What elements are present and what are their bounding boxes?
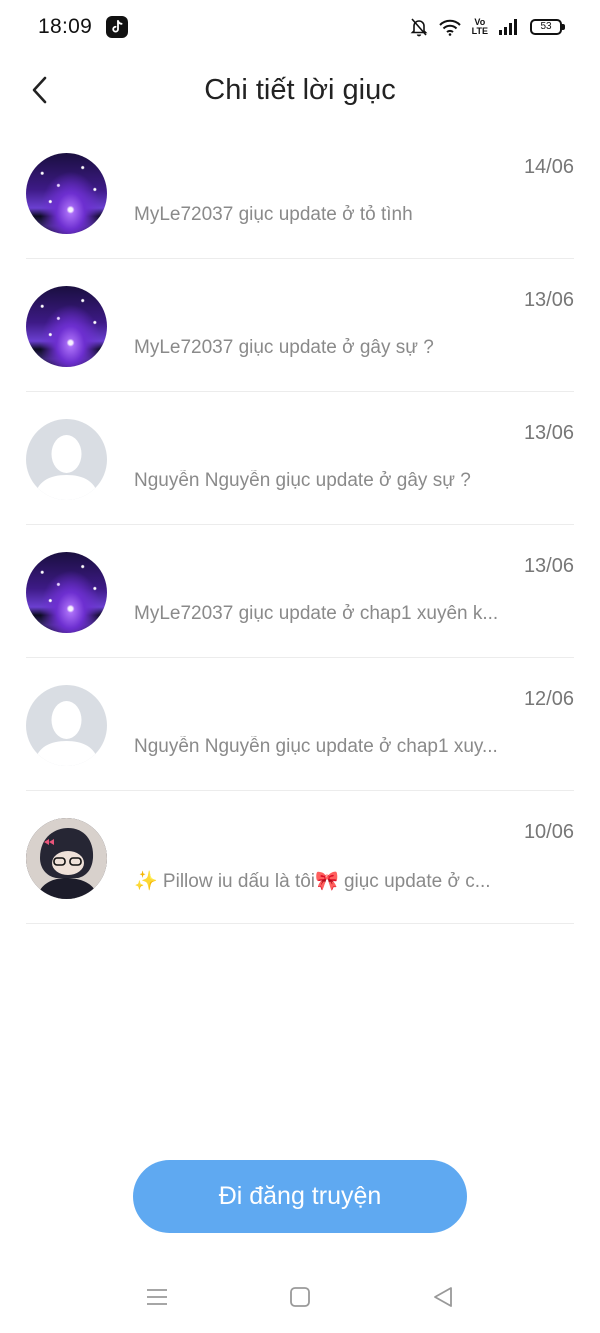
user-photo: [26, 818, 107, 899]
status-time: 18:09: [38, 15, 93, 38]
reminder-date: 12/06: [523, 688, 574, 710]
avatar[interactable]: [26, 153, 107, 234]
reminder-text: Nguyễn Nguyễn giục update ở chap1 xuy...: [134, 736, 498, 757]
reminder-text: MyLe72037 giục update ở chap1 xuyên k...: [134, 603, 499, 624]
header: Chi tiết lời giục: [0, 60, 600, 124]
list-item[interactable]: 13/06 Nguyễn Nguyễn giục update ở gây sự…: [26, 392, 574, 525]
system-nav-bar: [0, 1268, 600, 1324]
menu-icon[interactable]: [142, 1282, 172, 1312]
reminder-text: ✨ Pillow iu dấu là tôi🎀 giục update ở c.…: [134, 871, 491, 892]
post-story-button[interactable]: Đi đăng truyện: [133, 1160, 467, 1233]
battery-icon: 53: [530, 19, 565, 35]
home-square-icon[interactable]: [285, 1282, 315, 1312]
wifi-icon: [438, 18, 462, 36]
bell-muted-icon: [410, 17, 428, 37]
list-item[interactable]: 14/06 MyLe72037 giục update ở tỏ tình: [26, 126, 574, 259]
volte-icon: Vo LTE: [472, 18, 488, 36]
screen: 18:09 Vo LTE 53 Chi tiết lời giục 14/06 …: [0, 0, 600, 1333]
reminder-date: 13/06: [523, 555, 574, 577]
volte-bottom: LTE: [471, 26, 488, 36]
default-user-icon: [34, 701, 99, 766]
reminder-text: Nguyễn Nguyễn giục update ở gây sự ?: [134, 470, 471, 491]
status-icons: Vo LTE 53: [410, 17, 565, 37]
tiktok-icon: [106, 16, 129, 38]
page-title: Chi tiết lời giục: [204, 74, 396, 106]
avatar[interactable]: [26, 286, 107, 367]
reminder-date: 10/06: [523, 821, 574, 843]
avatar[interactable]: [26, 419, 107, 500]
signal-icon: [498, 19, 520, 35]
avatar[interactable]: [26, 818, 107, 899]
reminder-date: 13/06: [523, 422, 574, 444]
back-triangle-icon[interactable]: [428, 1282, 458, 1312]
status-bar: 18:09 Vo LTE 53: [0, 0, 600, 54]
list-item[interactable]: 12/06 Nguyễn Nguyễn giục update ở chap1 …: [26, 658, 574, 791]
avatar[interactable]: [26, 685, 107, 766]
reminder-date: 13/06: [523, 289, 574, 311]
avatar[interactable]: [26, 552, 107, 633]
list-item[interactable]: 13/06 MyLe72037 giục update ở chap1 xuyê…: [26, 525, 574, 658]
reminder-date: 14/06: [523, 156, 574, 178]
reminder-list: 14/06 MyLe72037 giục update ở tỏ tình 13…: [26, 126, 574, 924]
list-item[interactable]: 13/06 MyLe72037 giục update ở gây sự ?: [26, 259, 574, 392]
default-user-icon: [34, 435, 99, 500]
reminder-text: MyLe72037 giục update ở gây sự ?: [134, 337, 434, 358]
reminder-text: MyLe72037 giục update ở tỏ tình: [134, 204, 413, 225]
list-item[interactable]: 10/06 ✨ Pillow iu dấu là tôi🎀 giục updat…: [26, 791, 574, 924]
